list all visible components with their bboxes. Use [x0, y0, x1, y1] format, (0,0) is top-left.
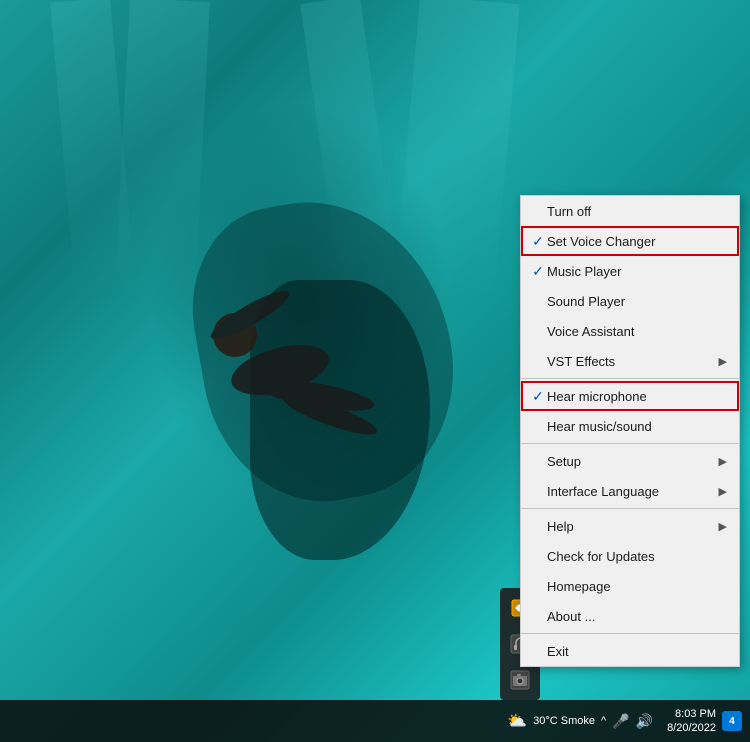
swimmer-silhouette [120, 220, 440, 520]
menu-item-turn-off[interactable]: Turn off [521, 196, 739, 226]
menu-item-check-updates[interactable]: Check for Updates [521, 541, 739, 571]
submenu-arrow-interface-language: ▶ [719, 485, 727, 498]
taskbar: ⛅ 30°C Smoke ^ 🎤 🔊 8:03 PM 8/20/2022 4 [0, 700, 750, 742]
menu-label-set-voice-changer: Set Voice Changer [547, 234, 727, 249]
menu-check-set-voice-changer: ✓ [529, 233, 547, 250]
clock-time: 8:03 PM [675, 707, 716, 721]
menu-item-setup[interactable]: Setup▶ [521, 446, 739, 476]
menu-item-about[interactable]: About ... [521, 601, 739, 631]
mic-icon: 🎤 [612, 713, 629, 730]
menu-check-music-player: ✓ [529, 263, 547, 280]
menu-label-sound-player: Sound Player [547, 294, 727, 309]
menu-label-hear-music: Hear music/sound [547, 419, 727, 434]
menu-label-interface-language: Interface Language [547, 484, 719, 499]
menu-item-exit[interactable]: Exit [521, 636, 739, 666]
clock-date: 8/20/2022 [667, 721, 716, 735]
menu-label-check-updates: Check for Updates [547, 549, 727, 564]
menu-item-music-player[interactable]: ✓Music Player [521, 256, 739, 286]
submenu-arrow-vst-effects: ▶ [719, 355, 727, 368]
menu-item-hear-music[interactable]: Hear music/sound [521, 411, 739, 441]
menu-item-voice-assistant[interactable]: Voice Assistant [521, 316, 739, 346]
menu-item-set-voice-changer[interactable]: ✓Set Voice Changer [521, 226, 739, 256]
menu-label-homepage: Homepage [547, 579, 727, 594]
menu-label-voice-assistant: Voice Assistant [547, 324, 727, 339]
notification-badge[interactable]: 4 [722, 711, 742, 731]
menu-item-interface-language[interactable]: Interface Language▶ [521, 476, 739, 506]
menu-item-vst-effects[interactable]: VST Effects▶ [521, 346, 739, 376]
menu-separator [521, 508, 739, 509]
menu-item-sound-player[interactable]: Sound Player [521, 286, 739, 316]
submenu-arrow-help: ▶ [719, 520, 727, 533]
chevron-icon[interactable]: ^ [601, 715, 606, 727]
menu-label-help: Help [547, 519, 719, 534]
weather-icon: ⛅ [507, 711, 527, 731]
taskbar-clock: 8:03 PM 8/20/2022 [667, 707, 716, 736]
menu-label-vst-effects: VST Effects [547, 354, 719, 369]
menu-item-homepage[interactable]: Homepage [521, 571, 739, 601]
weather-info: 30°C Smoke [533, 715, 595, 727]
menu-label-about: About ... [547, 609, 727, 624]
menu-label-setup: Setup [547, 454, 719, 469]
menu-separator [521, 633, 739, 634]
camera-icon[interactable] [504, 664, 536, 696]
menu-separator [521, 443, 739, 444]
menu-label-music-player: Music Player [547, 264, 727, 279]
context-menu: Turn off✓Set Voice Changer✓Music PlayerS… [520, 195, 740, 667]
menu-label-hear-microphone: Hear microphone [547, 389, 727, 404]
menu-label-exit: Exit [547, 644, 727, 659]
speaker-icon: 🔊 [636, 713, 653, 730]
menu-check-hear-microphone: ✓ [529, 388, 547, 405]
menu-label-turn-off: Turn off [547, 204, 727, 219]
submenu-arrow-setup: ▶ [719, 455, 727, 468]
menu-item-help[interactable]: Help▶ [521, 511, 739, 541]
menu-item-hear-microphone[interactable]: ✓Hear microphone [521, 381, 739, 411]
menu-separator [521, 378, 739, 379]
